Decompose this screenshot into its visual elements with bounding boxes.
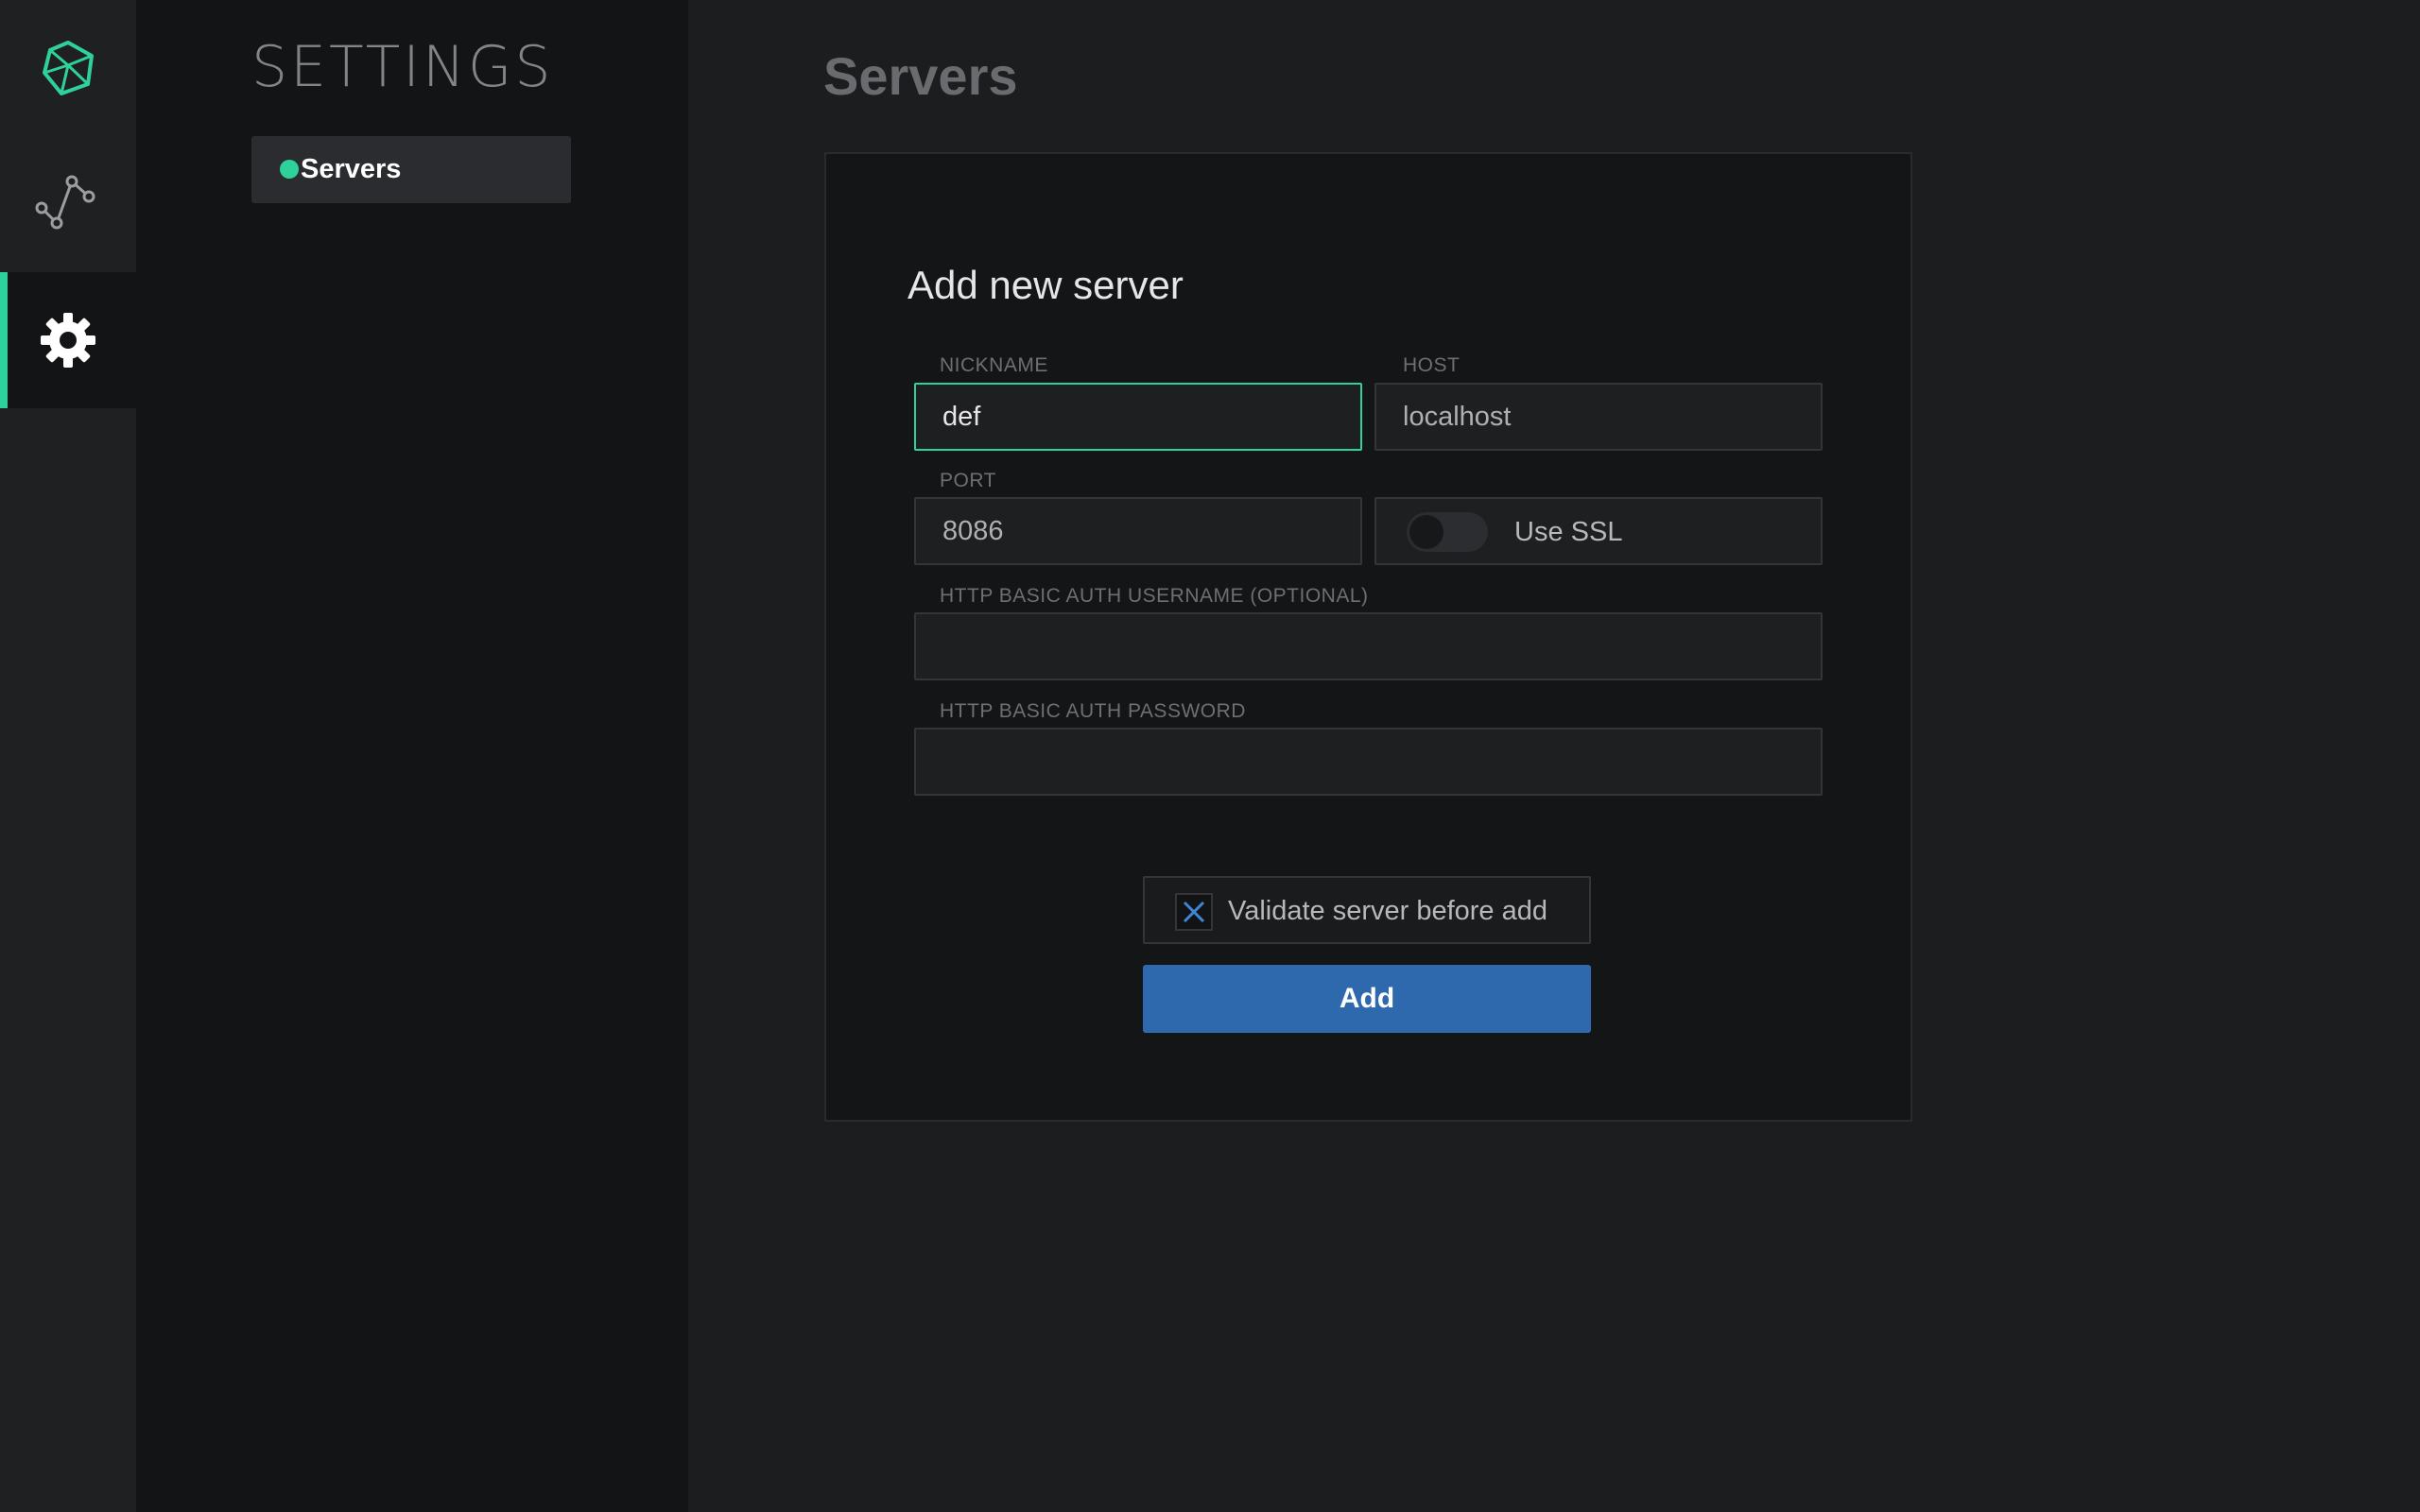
nav-settings[interactable] <box>0 272 136 408</box>
logo-icon <box>43 41 94 95</box>
password-label: HTTP BASIC AUTH PASSWORD <box>940 700 1246 722</box>
port-input[interactable] <box>914 497 1362 565</box>
validate-label: Validate server before add <box>1228 896 1548 926</box>
settings-sidebar: SETTINGS Servers <box>136 0 688 1512</box>
password-input[interactable] <box>914 728 1823 796</box>
ssl-switch[interactable] <box>1407 512 1488 552</box>
gear-icon <box>41 313 95 368</box>
username-input[interactable] <box>914 612 1823 680</box>
ssl-switch-knob <box>1409 515 1443 549</box>
status-dot-icon <box>280 160 299 179</box>
sidebar-item-label: Servers <box>301 154 402 184</box>
checkmark-x-icon <box>1183 901 1205 923</box>
graph-icon <box>35 175 95 230</box>
page-title: Servers <box>823 46 1018 106</box>
sidebar-title: SETTINGS <box>251 34 554 100</box>
app-logo <box>0 0 136 136</box>
nickname-input[interactable] <box>914 383 1362 451</box>
nav-graphs[interactable] <box>0 136 136 272</box>
host-input[interactable] <box>1374 383 1823 451</box>
validate-server-option[interactable]: Validate server before add <box>1143 876 1591 944</box>
form-heading: Add new server <box>908 263 1184 307</box>
sidebar-item-servers[interactable]: Servers <box>251 136 571 203</box>
add-server-panel: Add new server NICKNAME HOST PORT Use SS… <box>824 152 1912 1122</box>
ssl-label: Use SSL <box>1514 517 1623 547</box>
add-server-button[interactable]: Add <box>1143 965 1591 1033</box>
username-label: HTTP BASIC AUTH USERNAME (OPTIONAL) <box>940 585 1369 607</box>
validate-checkbox[interactable] <box>1175 893 1213 931</box>
nickname-label: NICKNAME <box>940 354 1048 376</box>
port-label: PORT <box>940 470 996 491</box>
host-label: HOST <box>1403 354 1461 376</box>
icon-rail <box>0 0 136 1512</box>
use-ssl-toggle[interactable]: Use SSL <box>1374 497 1823 565</box>
